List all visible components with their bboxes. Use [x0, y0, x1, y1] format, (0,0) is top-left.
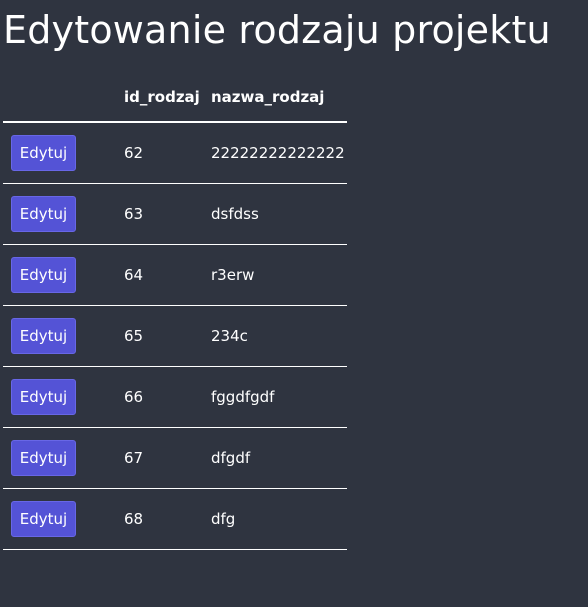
table-row: Edytuj 66 fggdfgdf — [3, 366, 347, 428]
page-title: Edytowanie rodzaju projektu — [3, 8, 551, 52]
table-header-row: id_rodzaj nazwa_rodzaj — [3, 73, 347, 123]
table-row: Edytuj 68 dfg — [3, 488, 347, 550]
column-header-action — [3, 73, 124, 123]
table-row: Edytuj 62 22222222222222 — [3, 122, 347, 184]
table-row: Edytuj 63 dsfdss — [3, 183, 347, 245]
name-cell: fggdfgdf — [211, 366, 347, 428]
column-header-nazwa-rodzaj: nazwa_rodzaj — [211, 73, 347, 123]
id-cell: 62 — [124, 122, 211, 184]
column-header-id-rodzaj: id_rodzaj — [124, 73, 211, 123]
rodzaj-table: id_rodzaj nazwa_rodzaj Edytuj 62 2222222… — [3, 73, 347, 550]
edit-button[interactable]: Edytuj — [11, 318, 76, 354]
name-cell: 234c — [211, 305, 347, 367]
id-cell: 67 — [124, 427, 211, 489]
id-cell: 68 — [124, 488, 211, 550]
action-cell: Edytuj — [3, 427, 124, 489]
action-cell: Edytuj — [3, 244, 124, 306]
edit-button[interactable]: Edytuj — [11, 257, 76, 293]
name-cell: r3erw — [211, 244, 347, 306]
id-cell: 65 — [124, 305, 211, 367]
table-row: Edytuj 67 dfgdf — [3, 427, 347, 489]
action-cell: Edytuj — [3, 366, 124, 428]
name-cell: 22222222222222 — [211, 122, 347, 184]
edit-button[interactable]: Edytuj — [11, 379, 76, 415]
edit-button[interactable]: Edytuj — [11, 440, 76, 476]
name-cell: dfg — [211, 488, 347, 550]
id-cell: 63 — [124, 183, 211, 245]
name-cell: dsfdss — [211, 183, 347, 245]
action-cell: Edytuj — [3, 488, 124, 550]
action-cell: Edytuj — [3, 183, 124, 245]
id-cell: 64 — [124, 244, 211, 306]
table-row: Edytuj 64 r3erw — [3, 244, 347, 306]
action-cell: Edytuj — [3, 122, 124, 184]
edit-button[interactable]: Edytuj — [11, 135, 76, 171]
name-cell: dfgdf — [211, 427, 347, 489]
edit-button[interactable]: Edytuj — [11, 501, 76, 537]
action-cell: Edytuj — [3, 305, 124, 367]
edit-button[interactable]: Edytuj — [11, 196, 76, 232]
table-row: Edytuj 65 234c — [3, 305, 347, 367]
id-cell: 66 — [124, 366, 211, 428]
